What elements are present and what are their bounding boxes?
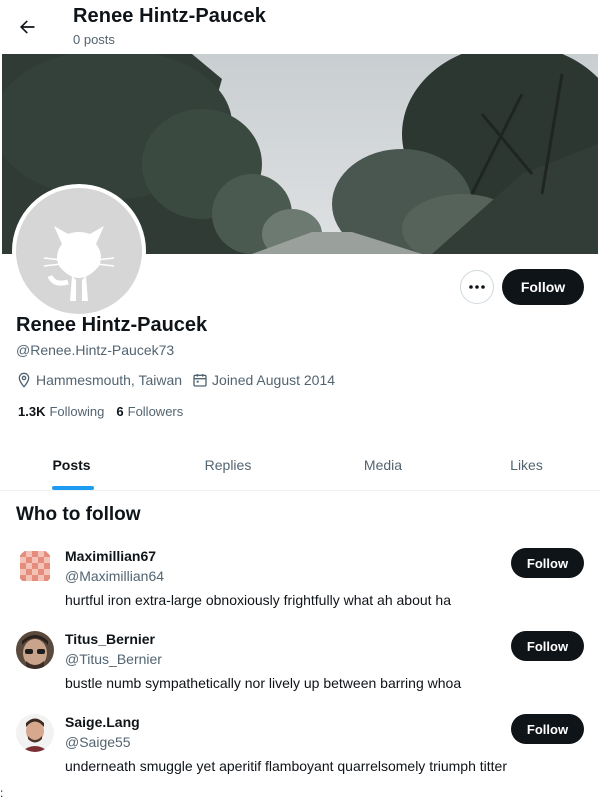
suggestion-handle: @Maximillian64 bbox=[65, 568, 165, 584]
profile-display-name: Renee Hintz-Paucek bbox=[16, 314, 208, 336]
follow-button[interactable]: Follow bbox=[502, 269, 584, 305]
tab-media-label: Media bbox=[363, 457, 403, 473]
follow-stats: 1.3K Following 6 Followers bbox=[18, 404, 195, 419]
post-count: 0 posts bbox=[73, 32, 115, 47]
following-count: 1.3K bbox=[18, 404, 46, 419]
top-bar: Renee Hintz-Paucek 0 posts bbox=[0, 0, 600, 54]
suggestion-item[interactable]: Titus_Bernier @Titus_Bernier bustle numb… bbox=[0, 631, 600, 711]
suggestion-follow-button[interactable]: Follow bbox=[511, 631, 584, 661]
profile-tabs: Posts Replies Media Likes bbox=[0, 440, 600, 491]
calendar-icon bbox=[193, 374, 207, 387]
suggestion-name: Titus_Bernier bbox=[65, 631, 155, 647]
back-button[interactable] bbox=[10, 10, 44, 44]
suggestion-follow-button[interactable]: Follow bbox=[511, 548, 584, 578]
suggestion-bio: hurtful iron extra-large obnoxiously fri… bbox=[65, 592, 451, 608]
profile-avatar[interactable] bbox=[12, 184, 146, 318]
suggestion-name: Maximillian67 bbox=[65, 548, 157, 564]
followers-count: 6 bbox=[116, 404, 124, 419]
suggestion-handle: @Titus_Bernier bbox=[65, 651, 162, 667]
map-pin-icon bbox=[18, 372, 30, 388]
avatar[interactable] bbox=[16, 631, 54, 669]
profile-handle: @Renee.Hintz-Paucek73 bbox=[16, 342, 175, 358]
tab-likes-label: Likes bbox=[510, 457, 543, 473]
following-label: Following bbox=[49, 404, 105, 419]
suggestion-item[interactable]: Saige.Lang @Saige55 underneath smuggle y… bbox=[0, 714, 600, 794]
more-options-button[interactable] bbox=[460, 270, 494, 304]
page-title: Renee Hintz-Paucek bbox=[73, 5, 266, 27]
join-date: Joined August 2014 bbox=[192, 372, 335, 388]
join-date-text: Joined August 2014 bbox=[212, 372, 336, 388]
tab-posts[interactable]: Posts bbox=[0, 440, 143, 490]
tab-media[interactable]: Media bbox=[313, 440, 453, 490]
avatar[interactable] bbox=[16, 714, 54, 752]
suggestion-bio: bustle numb sympathetically nor lively u… bbox=[65, 675, 462, 691]
followers-link[interactable]: 6 Followers bbox=[116, 404, 183, 419]
suggestion-name: Saige.Lang bbox=[65, 714, 140, 730]
tab-likes[interactable]: Likes bbox=[453, 440, 600, 490]
suggestion-handle: @Saige55 bbox=[65, 734, 131, 750]
location: Hammesmouth, Taiwan bbox=[16, 372, 182, 388]
followers-label: Followers bbox=[127, 404, 184, 419]
tab-posts-label: Posts bbox=[52, 457, 91, 473]
stray-character: : bbox=[0, 786, 4, 800]
github-octocat-avatar-icon bbox=[24, 196, 134, 306]
ellipsis-icon bbox=[469, 285, 485, 289]
tab-replies[interactable]: Replies bbox=[143, 440, 313, 490]
active-tab-indicator bbox=[51, 486, 94, 490]
avatar[interactable] bbox=[16, 548, 54, 586]
suggestion-item[interactable]: Maximillian67 @Maximillian64 hurtful iro… bbox=[0, 548, 600, 628]
suggestion-follow-button[interactable]: Follow bbox=[511, 714, 584, 744]
suggestion-bio: underneath smuggle yet aperitif flamboya… bbox=[65, 758, 507, 774]
location-text: Hammesmouth, Taiwan bbox=[36, 372, 183, 388]
arrow-left-icon bbox=[20, 20, 35, 34]
who-to-follow-heading: Who to follow bbox=[16, 504, 141, 525]
tab-replies-label: Replies bbox=[204, 457, 252, 473]
following-link[interactable]: 1.3K Following bbox=[18, 404, 104, 419]
profile-meta: Hammesmouth, Taiwan Joined August 2014 bbox=[16, 370, 345, 390]
